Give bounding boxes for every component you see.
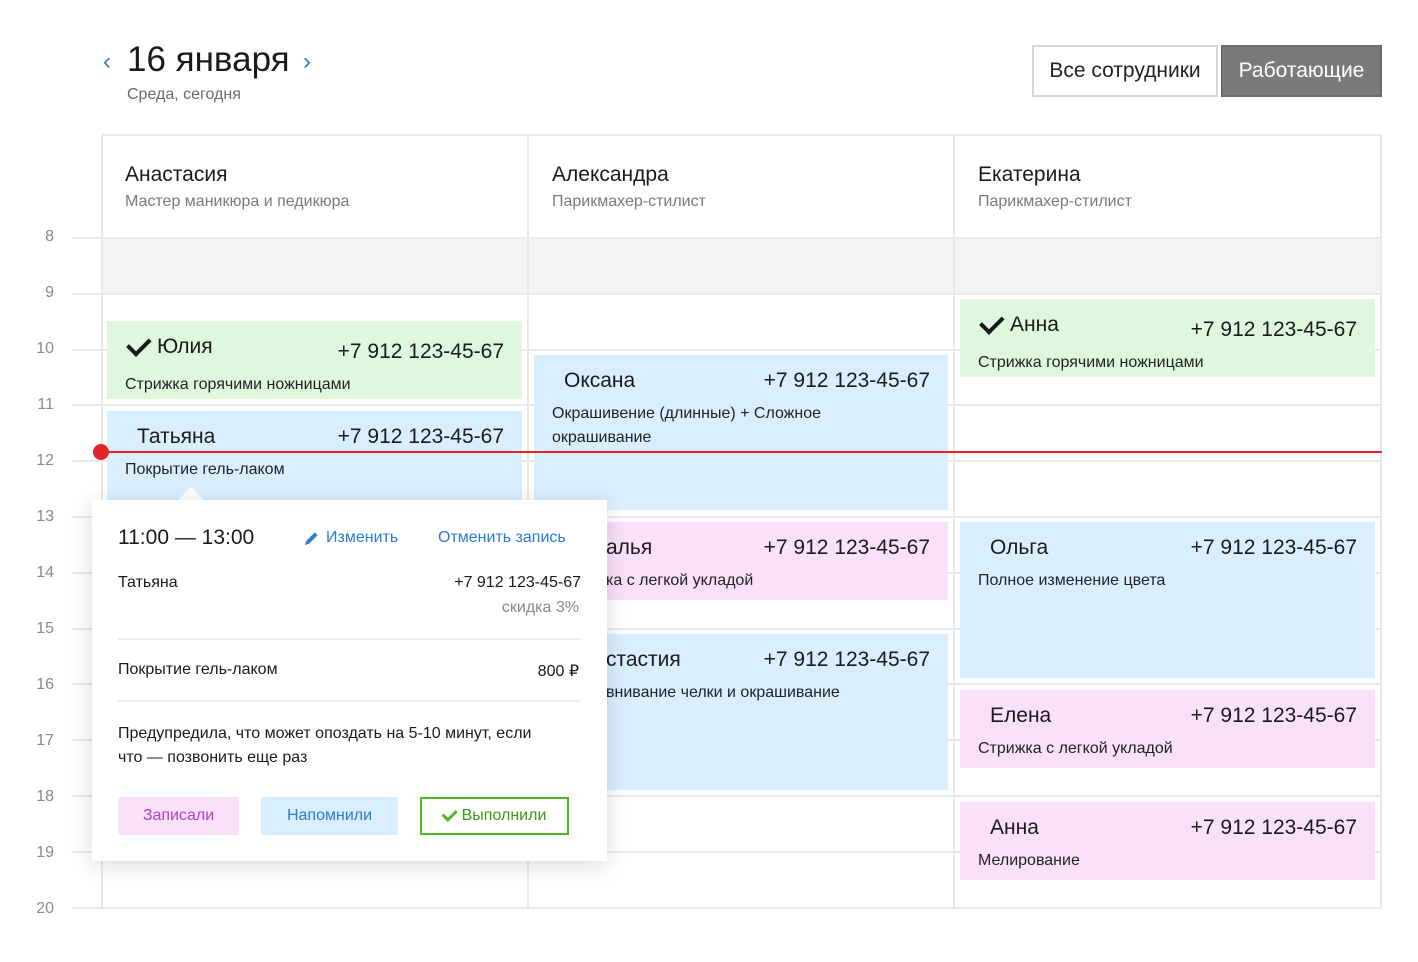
appointment-phone: +7 912 123-45-67 [1190,704,1357,727]
hour-label: 14 [36,564,54,581]
off-hours-cell [529,238,953,293]
status-booked-button[interactable]: Записали [118,797,239,835]
edit-appointment-link[interactable]: Изменить [306,529,398,547]
appointment-client-name: Оксана [564,369,636,392]
appointment-time-range: 11:00 — 13:00 [118,526,255,549]
off-hours-cell [103,238,527,293]
popup-client-phone[interactable]: +7 912 123-45-67 [454,574,581,592]
all-employees-button[interactable]: Все сотрудники [1032,45,1218,97]
hour-label: 15 [36,620,54,637]
status-reminded-button[interactable]: Напомнили [261,797,398,835]
off-hours-cell [955,238,1380,293]
popup-caret [178,487,204,500]
appointment-phone: +7 912 123-45-67 [1190,536,1357,559]
appointment-card[interactable]: Юлия +7 912 123-45-67 Стрижка горячими н… [107,321,522,399]
hour-label: 13 [36,508,54,525]
hour-label: 8 [45,228,54,245]
appointment-service: Стрижка горячими ножницами [978,354,1204,371]
appointment-service: Полное изменение цвета [978,572,1166,589]
appointment-phone: +7 912 123-45-67 [763,536,930,559]
appointment-client-name: Анна [1010,313,1059,336]
hour-label: 9 [45,284,54,301]
appointment-card[interactable]: Елена +7 912 123-45-67 Стрижка с легкой … [960,690,1375,768]
appointment-details-popup: 11:00 — 13:00 Изменить Отменить запись Т… [92,500,607,861]
appointment-service: Стрижка с легкой укладой [978,740,1173,757]
status-done-button[interactable]: Выполнили [420,797,569,835]
hour-label: 17 [36,732,54,749]
popup-discount: скидка 3% [501,599,579,616]
done-check-icon [441,805,458,823]
employee-role: Мастер маникюра и педикюра [125,193,350,210]
prev-day-arrow-icon[interactable]: ‹ [103,50,111,74]
appointment-phone: +7 912 123-45-67 [1190,318,1357,341]
appointment-phone: +7 912 123-45-67 [763,369,930,392]
hour-label: 11 [37,396,54,413]
popup-divider [118,700,580,702]
popup-service: Покрытие гель-лаком [118,661,278,678]
appointment-card[interactable]: Татьяна +7 912 123-45-67 Покрытие гель-л… [107,411,522,501]
appointment-client-name: стастия [606,648,681,671]
employee-name: Екатерина [978,163,1081,186]
appointment-client-name: Ольга [990,536,1049,559]
hour-label: 16 [36,676,54,693]
appointment-service: Стрижка горячими ножницами [125,376,351,393]
appointment-service: ка с легкой укладой [606,572,754,589]
appointment-client-name: алья [606,536,653,559]
edit-label: Изменить [326,529,399,546]
column-divider [1380,134,1382,908]
appointment-client-name: Юлия [157,335,213,358]
hour-label: 10 [36,340,54,357]
popup-divider [118,638,580,640]
popup-client-name: Татьяна [118,574,178,591]
hour-grid-line [72,237,1382,239]
appointment-phone: +7 912 123-45-67 [1190,816,1357,839]
employee-role: Парикмахер-стилист [978,193,1132,210]
working-employees-button[interactable]: Работающие [1221,45,1382,97]
next-day-arrow-icon[interactable]: › [303,50,311,74]
pencil-icon [306,532,318,544]
employee-name: Анастасия [125,163,228,186]
confirmed-check-icon [126,331,152,357]
hour-grid-line [72,906,1382,909]
employee-name: Александра [552,163,669,186]
appointment-service: Мелирование [978,852,1080,869]
confirmed-check-icon [979,309,1005,335]
appointment-card[interactable]: Оксана +7 912 123-45-67 Окрашивение (дли… [534,355,948,510]
employee-role: Парикмахер-стилист [552,193,706,210]
grid-top-line [101,134,1382,136]
hour-label: 18 [36,788,54,805]
hour-label: 19 [36,844,54,861]
appointment-phone: +7 912 123-45-67 [337,425,504,448]
appointment-client-name: Анна [990,816,1039,839]
status-done-label: Выполнили [461,807,547,824]
appointment-card[interactable]: Анна +7 912 123-45-67 Стрижка горячими н… [960,299,1375,377]
hour-label: 20 [36,900,54,917]
appointment-service: Покрытие гель-лаком [125,461,285,478]
date-subtitle: Среда, сегодня [127,86,241,103]
appointment-card[interactable]: Анна +7 912 123-45-67 Мелирование [960,802,1375,880]
hour-label: 12 [36,452,54,469]
hour-grid-line [72,292,1382,295]
date-title: 16 января [127,40,290,79]
appointment-service: внивание челки и окрашивание [606,684,840,701]
popup-price: 800 ₽ [537,663,579,680]
cancel-appointment-link[interactable]: Отменить запись [438,529,566,547]
current-time-line [101,451,1382,453]
appointment-service: Окрашивение (длинные) + Сложное окрашива… [552,405,822,446]
popup-note: Предупредила, что может опоздать на 5-10… [118,725,532,766]
current-time-dot [93,444,109,460]
appointment-phone: +7 912 123-45-67 [763,648,930,671]
appointment-phone: +7 912 123-45-67 [337,340,504,363]
appointment-client-name: Елена [990,704,1052,727]
appointment-client-name: Татьяна [137,425,216,448]
appointment-card[interactable]: Ольга +7 912 123-45-67 Полное изменение … [960,522,1375,678]
